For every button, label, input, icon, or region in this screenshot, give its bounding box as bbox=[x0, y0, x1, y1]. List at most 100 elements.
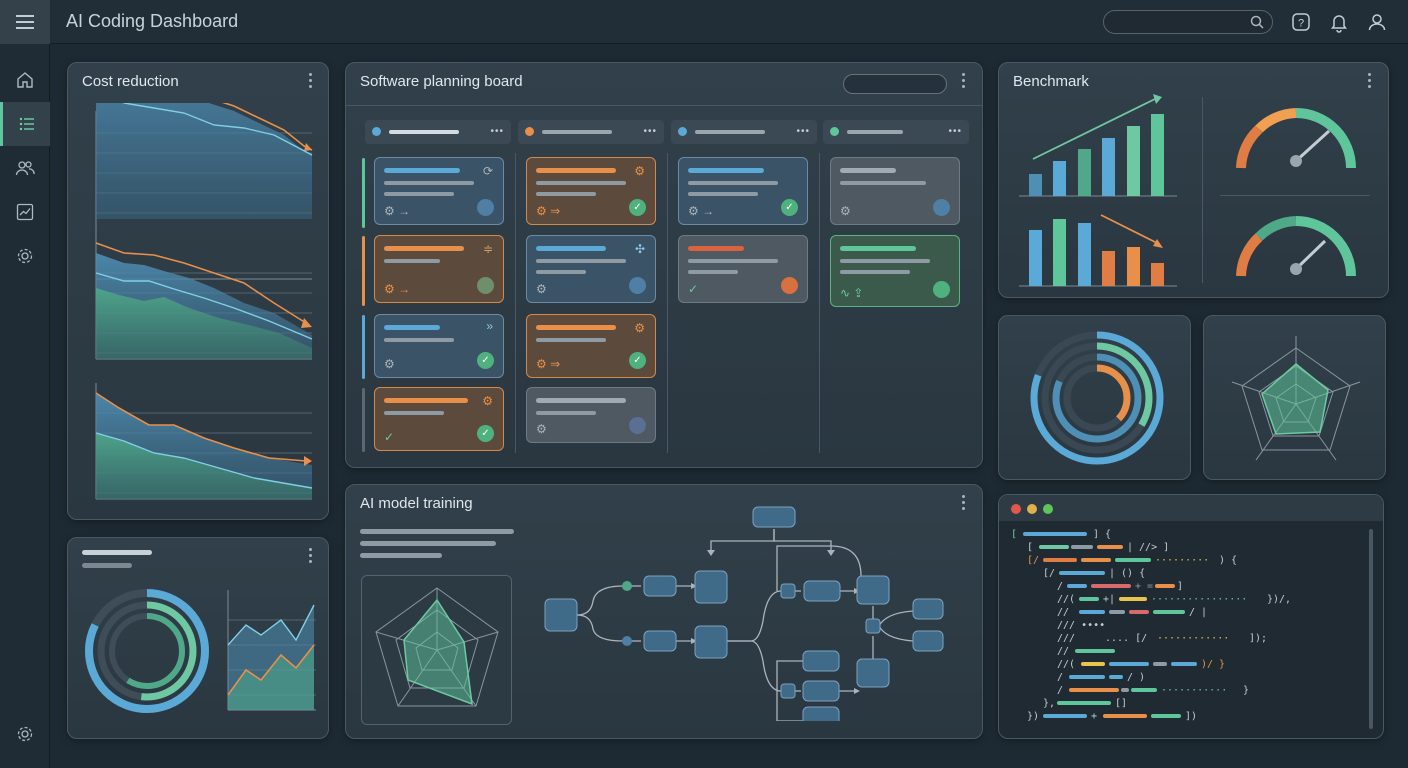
panel-title: Benchmark bbox=[1013, 73, 1089, 90]
avatar bbox=[781, 277, 798, 294]
minimize-button[interactable] bbox=[1027, 504, 1037, 514]
svg-text:[: [ bbox=[1011, 529, 1017, 540]
radial-bar-chart bbox=[1030, 331, 1164, 465]
gauge-chart bbox=[1236, 108, 1356, 169]
task-card[interactable]: ≑ ⚙ → bbox=[374, 235, 504, 303]
task-card[interactable]: ⟳ ⚙ → bbox=[374, 157, 504, 225]
svg-text://: // bbox=[1057, 646, 1069, 657]
chart-icon bbox=[16, 203, 34, 221]
branch-icon: ≑ bbox=[482, 242, 493, 256]
task-card[interactable]: ✓ bbox=[678, 235, 808, 303]
svg-text:})/,: })/, bbox=[1267, 594, 1291, 605]
more-options-button[interactable] bbox=[309, 73, 313, 89]
text-placeholder bbox=[360, 553, 442, 558]
summary-panel bbox=[67, 537, 329, 739]
gear-icon: ⚙ bbox=[840, 204, 851, 218]
task-card[interactable]: ⚙ → ✓ bbox=[678, 157, 808, 225]
close-button[interactable] bbox=[1011, 504, 1021, 514]
svg-text:) {: ) { bbox=[1219, 555, 1237, 566]
scrollbar[interactable] bbox=[1369, 529, 1373, 729]
task-card[interactable]: ⚙ ⚙ ⇒ ✓ bbox=[526, 314, 656, 378]
planning-board-panel: Software planning board ••• ••• ••• ••• … bbox=[345, 62, 983, 468]
more-options-button[interactable] bbox=[962, 73, 966, 89]
benchmark-panel: Benchmark bbox=[998, 62, 1389, 298]
menu-button[interactable] bbox=[0, 0, 50, 44]
help-icon[interactable]: ? bbox=[1290, 11, 1312, 33]
sidebar-item-analytics[interactable] bbox=[0, 190, 50, 234]
activity-icon: ∿ ⇪ bbox=[840, 286, 864, 300]
sidebar-item-settings[interactable] bbox=[0, 234, 50, 278]
svg-text:············: ············ bbox=[1157, 633, 1229, 644]
mini-line-chart bbox=[227, 590, 316, 711]
gear-icon: ⚙ ⇒ bbox=[536, 357, 561, 371]
svg-text:/: / bbox=[1057, 685, 1063, 696]
avatar bbox=[629, 277, 646, 294]
list-icon bbox=[19, 117, 34, 131]
svg-text:[: [ bbox=[1027, 542, 1033, 553]
task-card[interactable]: ⚙ bbox=[830, 157, 960, 225]
svg-text:},: }, bbox=[1043, 698, 1055, 709]
check-icon: ✓ bbox=[384, 430, 395, 444]
gear-icon: ⚙ bbox=[536, 282, 547, 296]
svg-text:///: /// bbox=[1057, 633, 1075, 644]
svg-text:+|: +| bbox=[1103, 594, 1115, 605]
check-icon: ✓ bbox=[781, 199, 798, 216]
svg-text:/: / bbox=[1057, 581, 1063, 592]
user-icon[interactable] bbox=[1366, 11, 1388, 33]
gear-icon: ⚙ → bbox=[688, 204, 715, 218]
column-header-todo[interactable]: ••• bbox=[365, 120, 511, 144]
training-radar-box bbox=[361, 575, 512, 725]
gear-icon: ⚙ → bbox=[384, 204, 411, 218]
search-icon[interactable] bbox=[1250, 15, 1264, 29]
svg-text:·········: ········· bbox=[1155, 555, 1209, 566]
board-filter-input[interactable] bbox=[843, 74, 947, 94]
check-icon: ✓ bbox=[629, 199, 646, 216]
svg-text:}): }) bbox=[1027, 711, 1039, 722]
panel-title: Cost reduction bbox=[82, 73, 179, 90]
svg-text:?: ? bbox=[1298, 18, 1304, 30]
svg-text:| () {: | () { bbox=[1109, 568, 1145, 579]
svg-text:/ |: / | bbox=[1189, 607, 1207, 618]
status-badge bbox=[933, 281, 950, 298]
svg-text:···········: ··········· bbox=[1161, 685, 1227, 696]
radar-chart bbox=[375, 587, 499, 707]
gear-icon bbox=[17, 726, 33, 742]
task-card[interactable]: » ⚙ ✓ bbox=[374, 314, 504, 378]
bell-icon[interactable] bbox=[1328, 11, 1350, 33]
svg-text:[/: [/ bbox=[1027, 555, 1039, 566]
maximize-button[interactable] bbox=[1043, 504, 1053, 514]
search-input[interactable] bbox=[1103, 10, 1273, 34]
top-bar: AI Coding Dashboard ? bbox=[0, 0, 1408, 44]
svg-text:]): ]) bbox=[1185, 711, 1197, 722]
panel-title: AI model training bbox=[360, 495, 473, 512]
subtitle-placeholder bbox=[82, 563, 132, 568]
more-options-button[interactable] bbox=[1368, 73, 1372, 89]
sidebar-item-users[interactable] bbox=[0, 146, 50, 190]
radial-progress-panel bbox=[998, 315, 1191, 480]
task-card[interactable]: ∿ ⇪ bbox=[830, 235, 960, 307]
more-options-button[interactable] bbox=[962, 495, 966, 511]
more-options-button[interactable] bbox=[309, 548, 313, 564]
svg-text:] {: ] { bbox=[1093, 529, 1111, 540]
text-placeholder bbox=[360, 529, 514, 534]
cost-reduction-panel: Cost reduction bbox=[67, 62, 329, 520]
task-card[interactable]: ⚙ ⚙ ⇒ ✓ bbox=[526, 157, 656, 225]
sidebar-item-list[interactable] bbox=[0, 102, 50, 146]
column-header-done[interactable]: ••• bbox=[823, 120, 969, 144]
hamburger-menu-icon bbox=[16, 15, 34, 29]
gear-icon: ⚙ ⇒ bbox=[536, 204, 561, 218]
task-card[interactable]: ✣ ⚙ bbox=[526, 235, 656, 303]
column-header-review[interactable]: ••• bbox=[671, 120, 817, 144]
sparkle-icon: ✣ bbox=[634, 242, 645, 256]
cost-area-charts bbox=[95, 103, 313, 500]
svg-text:.... [/: .... [/ bbox=[1105, 633, 1147, 644]
app-title: AI Coding Dashboard bbox=[66, 11, 239, 31]
svg-text:| //> ]: | //> ] bbox=[1127, 542, 1169, 553]
svg-text:/ ): / ) bbox=[1127, 672, 1145, 683]
task-card[interactable]: ⚙ ✓ ✓ bbox=[374, 387, 504, 451]
column-header-in-progress[interactable]: ••• bbox=[518, 120, 664, 144]
sidebar-item-bottom-settings[interactable] bbox=[0, 712, 50, 756]
sidebar-item-home[interactable] bbox=[0, 58, 50, 102]
svg-text:)/ }: )/ } bbox=[1201, 659, 1225, 670]
task-card[interactable]: ⚙ bbox=[526, 387, 656, 443]
